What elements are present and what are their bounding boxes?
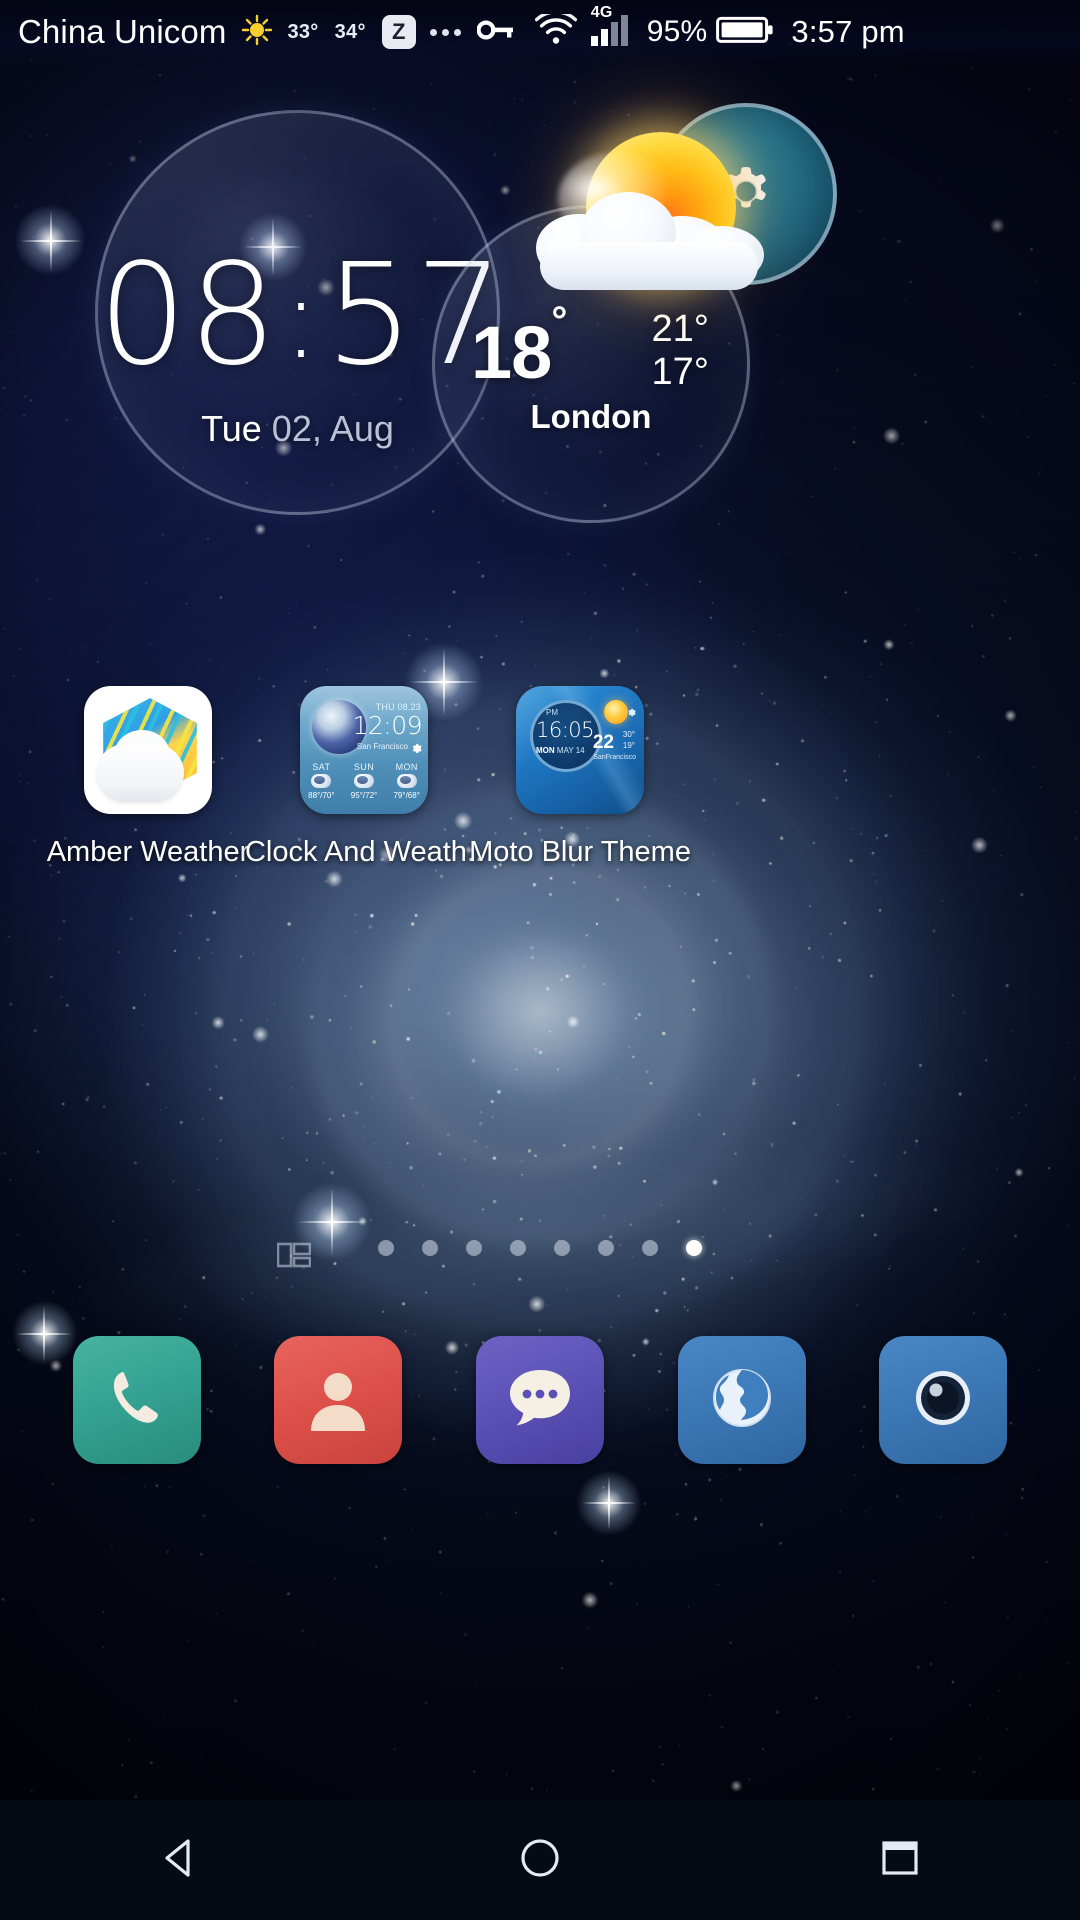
page-dot[interactable] <box>378 1240 394 1256</box>
mb-high: 30° <box>622 730 635 739</box>
weather-low: 17° <box>651 350 709 393</box>
navigation-bar <box>0 1800 1080 1920</box>
app-label: Amber Weather <box>46 836 250 868</box>
status-clock: 3:57 pm <box>791 14 905 49</box>
dock <box>0 1300 1080 1500</box>
cw-day-icon <box>311 774 332 788</box>
mb-meridiem: PM <box>546 708 558 717</box>
contacts-icon <box>301 1361 375 1440</box>
back-triangle-icon <box>157 1835 203 1886</box>
camera-icon <box>906 1361 980 1440</box>
clock-date-value: 02, Aug <box>271 408 394 449</box>
page-dot[interactable] <box>642 1240 658 1256</box>
weather-city: London <box>530 398 652 435</box>
phone-icon <box>100 1361 174 1440</box>
status-bar[interactable]: China Unicom 33° 34° Z 4G 95% 3:57 pm <box>0 0 1080 64</box>
sun-icon <box>604 700 628 724</box>
dock-item-messages[interactable] <box>475 1336 604 1464</box>
cw-day-temp: 95°/72° <box>350 791 378 800</box>
page-dot[interactable] <box>510 1240 526 1256</box>
cw-forecast-day: SAT 88°/70° <box>300 762 343 800</box>
status-temp-now: 33° <box>287 20 319 43</box>
page-indicator[interactable] <box>0 1240 1080 1256</box>
status-temp-alt: 34° <box>334 20 366 43</box>
gear-icon <box>627 704 636 722</box>
weather-high: 21° <box>651 308 709 350</box>
clock-day-of-week: Tue <box>201 408 262 449</box>
weather-settings-button[interactable] <box>655 103 837 285</box>
app-item-moto-blur-theme[interactable]: PM 16:05 MON MAY 14 22 30° 19° SanFranci… <box>469 686 691 869</box>
dock-item-phone[interactable] <box>72 1336 201 1464</box>
battery-full-icon <box>716 14 774 51</box>
network-type-label: 4G <box>590 3 613 21</box>
gear-icon <box>411 741 422 759</box>
dock-item-contacts[interactable] <box>274 1336 403 1464</box>
dock-item-camera[interactable] <box>879 1336 1008 1464</box>
gear-icon <box>715 161 777 228</box>
weather-current-temp: 18° <box>471 301 567 390</box>
page-dot[interactable] <box>598 1240 614 1256</box>
vpn-key-icon <box>476 18 515 47</box>
amber-cloud <box>96 744 184 802</box>
cw-day-name: SAT <box>312 762 331 772</box>
nav-home-button[interactable] <box>465 1800 615 1920</box>
mb-temp: 22 <box>592 732 614 753</box>
page-dot[interactable] <box>422 1240 438 1256</box>
wifi-icon <box>534 9 577 51</box>
clock-separator: : <box>282 254 321 384</box>
mb-low: 19° <box>622 740 635 750</box>
cw-preview-city: San Francisco <box>356 742 408 751</box>
app-label: Clock And Weath.. <box>244 836 484 868</box>
z-notification-badge[interactable]: Z <box>381 15 416 49</box>
app-grid: Amber Weather THU 08.23 12:09 San Franci… <box>0 686 1080 869</box>
cw-day-temp: 79°/68° <box>393 791 420 800</box>
globe-icon <box>705 1361 779 1440</box>
signal-bars-icon: 4G <box>589 4 629 51</box>
clock-hours: 08 <box>98 234 279 397</box>
dock-item-browser[interactable] <box>677 1336 806 1464</box>
cw-day-name: MON <box>395 762 418 772</box>
mb-time: 16:05 <box>536 718 595 742</box>
mb-high-low: 30° 19° <box>623 730 635 752</box>
clock-and-weather-icon[interactable]: THU 08.23 12:09 San Francisco SAT 88°/70… <box>300 686 428 814</box>
cw-forecast-day: MON 79°/68° <box>385 762 428 800</box>
mb-date-value: MAY 14 <box>556 746 585 755</box>
mb-day: MON <box>536 746 555 755</box>
cw-forecast-day: SUN 95°/72° <box>343 762 386 800</box>
app-label: Moto Blur Theme <box>469 836 691 868</box>
sun-icon <box>241 14 273 51</box>
cw-preview-time: 12:09 <box>352 711 422 740</box>
mb-date: MON MAY 14 <box>536 746 585 755</box>
home-screen: China Unicom 33° 34° Z 4G 95% 3:57 pm 08… <box>0 0 1080 1920</box>
weather-temp-value: 18 <box>471 311 552 394</box>
more-dots-icon <box>429 28 461 36</box>
cw-day-name: SUN <box>353 762 375 772</box>
battery-percent: 95% <box>646 15 708 48</box>
cw-day-icon <box>396 774 417 788</box>
recents-square-icon <box>877 1835 923 1886</box>
nav-back-button[interactable] <box>105 1800 255 1920</box>
cw-day-icon <box>354 774 374 788</box>
page-dot-active[interactable] <box>686 1240 702 1256</box>
home-circle-icon <box>517 1835 563 1886</box>
page-dot[interactable] <box>466 1240 482 1256</box>
weather-high-low: 21° 17° <box>619 308 709 393</box>
cw-forecast-row: SAT 88°/70° SUN 95°/72° MON 79°/68° <box>300 762 428 800</box>
app-item-amber-weather[interactable]: Amber Weather <box>40 686 256 869</box>
message-bubble-icon <box>500 1360 580 1441</box>
amber-weather-icon[interactable] <box>84 686 212 814</box>
moto-blur-theme-icon[interactable]: PM 16:05 MON MAY 14 22 30° 19° SanFranci… <box>516 686 644 814</box>
app-item-clock-and-weather[interactable]: THU 08.23 12:09 San Francisco SAT 88°/70… <box>245 686 483 869</box>
page-dot[interactable] <box>554 1240 570 1256</box>
carrier-label: China Unicom <box>18 13 227 50</box>
widget-layer: 08:57 Tue 02, Aug 18° 21° 17° London <box>0 0 1080 660</box>
nav-recents-button[interactable] <box>825 1800 975 1920</box>
weather-degree-symbol: ° <box>551 299 567 344</box>
cw-day-temp: 88°/70° <box>308 791 335 800</box>
mb-city: SanFrancisco <box>593 754 636 761</box>
